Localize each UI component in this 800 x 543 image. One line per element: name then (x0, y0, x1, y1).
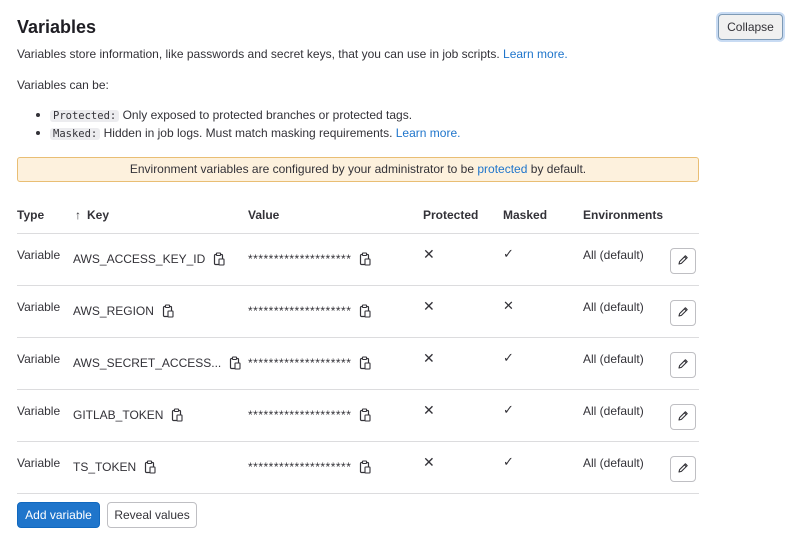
masked-bullet: Masked: Hidden in job logs. Must match m… (17, 124, 460, 142)
alert-text-after: by default. (530, 162, 587, 176)
row-key: AWS_ACCESS_KEY_ID (73, 252, 206, 266)
row-value: ******************** (248, 460, 352, 474)
row-environment: All (default) (583, 352, 644, 366)
learn-more-link[interactable]: Learn more. (503, 47, 568, 61)
row-value-cell: ******************** (248, 304, 371, 318)
alert-text-before: Environment variables are configured by … (129, 162, 475, 176)
copy-key-icon[interactable] (213, 252, 225, 266)
row-masked-icon: ✓ (503, 402, 514, 417)
sort-arrow-icon: ↑ (75, 208, 81, 222)
variable-types-list: Protected: Only exposed to protected bra… (17, 106, 460, 142)
row-key: TS_TOKEN (73, 460, 137, 474)
description-text: Variables store information, like passwo… (17, 47, 500, 61)
copy-key-icon[interactable] (171, 408, 184, 422)
row-type: Variable (17, 404, 61, 418)
table-row: Variable AWS_SECRET_ACCESS... **********… (17, 338, 699, 390)
row-value: ******************** (248, 356, 352, 370)
row-key-cell: AWS_REGION (73, 304, 174, 318)
variables-table: Type ↑ Key Value Protected Masked Enviro… (17, 200, 699, 494)
pencil-icon (677, 306, 689, 321)
table-row: Variable AWS_REGION ********************… (17, 286, 699, 338)
protected-bullet-text: Only exposed to protected branches or pr… (122, 108, 413, 122)
row-key-cell: AWS_SECRET_ACCESS... (73, 356, 241, 370)
row-value-cell: ******************** (248, 408, 371, 422)
pencil-icon (677, 358, 689, 373)
table-header: Type ↑ Key Value Protected Masked Enviro… (17, 200, 699, 234)
collapse-button[interactable]: Collapse (718, 14, 783, 40)
row-key: AWS_REGION (73, 304, 154, 318)
variables-description: Variables store information, like passwo… (17, 47, 568, 61)
header-protected: Protected (423, 208, 479, 222)
row-value: ******************** (248, 304, 352, 318)
header-environments: Environments (583, 208, 664, 222)
row-value: ******************** (248, 408, 352, 422)
row-environment: All (default) (583, 404, 644, 418)
masking-learn-more-link[interactable]: Learn more. (396, 126, 461, 140)
protected-alert: Environment variables are configured by … (17, 157, 699, 182)
copy-key-icon[interactable] (162, 304, 174, 318)
row-key-cell: TS_TOKEN (73, 460, 156, 474)
row-environment: All (default) (583, 300, 644, 314)
row-masked-icon: ✓ (503, 246, 514, 261)
protected-code: Protected: (50, 110, 120, 122)
masked-bullet-text: Hidden in job logs. Must match masking r… (103, 126, 393, 140)
header-key: Key (87, 208, 110, 222)
pencil-icon (677, 254, 689, 269)
variables-can-be-text: Variables can be: (17, 78, 109, 92)
row-key-cell: AWS_ACCESS_KEY_ID (73, 252, 225, 266)
row-value-cell: ******************** (248, 252, 371, 266)
row-masked-icon: ✓ (503, 454, 514, 469)
row-masked-icon: ✕ (503, 298, 514, 313)
edit-variable-button[interactable] (670, 300, 696, 326)
table-row: Variable TS_TOKEN ******************** ✕… (17, 442, 699, 494)
masked-code: Masked: (50, 128, 101, 140)
row-protected-icon: ✕ (423, 298, 435, 314)
edit-variable-button[interactable] (670, 404, 696, 430)
row-protected-icon: ✕ (423, 454, 435, 470)
edit-variable-button[interactable] (670, 248, 696, 274)
copy-value-icon[interactable] (359, 356, 371, 370)
row-key: GITLAB_TOKEN (73, 408, 164, 422)
row-type: Variable (17, 248, 61, 262)
row-protected-icon: ✕ (423, 402, 435, 418)
row-protected-icon: ✕ (423, 246, 435, 262)
copy-key-icon[interactable] (229, 356, 241, 370)
row-type: Variable (17, 352, 61, 366)
copy-value-icon[interactable] (359, 408, 371, 422)
row-key: AWS_SECRET_ACCESS... (73, 356, 222, 370)
copy-value-icon[interactable] (359, 460, 371, 474)
row-masked-icon: ✓ (503, 350, 514, 365)
row-protected-icon: ✕ (423, 350, 435, 366)
edit-variable-button[interactable] (670, 352, 696, 378)
copy-value-icon[interactable] (359, 304, 371, 318)
row-environment: All (default) (583, 248, 644, 262)
header-type: Type (17, 208, 45, 222)
row-value-cell: ******************** (248, 460, 371, 474)
page-title: Variables (17, 17, 97, 37)
protected-bullet: Protected: Only exposed to protected bra… (17, 106, 460, 124)
row-value-cell: ******************** (248, 356, 371, 370)
row-value: ******************** (248, 252, 352, 266)
row-environment: All (default) (583, 456, 644, 470)
reveal-values-button[interactable]: Reveal values (107, 502, 197, 528)
pencil-icon (677, 462, 689, 477)
table-row: Variable GITLAB_TOKEN ******************… (17, 390, 699, 442)
copy-value-icon[interactable] (359, 252, 371, 266)
header-masked: Masked (503, 208, 548, 222)
add-variable-button[interactable]: Add variable (17, 502, 100, 528)
row-type: Variable (17, 300, 61, 314)
edit-variable-button[interactable] (670, 456, 696, 482)
table-row: Variable AWS_ACCESS_KEY_ID *************… (17, 234, 699, 286)
pencil-icon (677, 410, 689, 425)
copy-key-icon[interactable] (144, 460, 156, 474)
header-value: Value (248, 208, 280, 222)
row-type: Variable (17, 456, 61, 470)
alert-protected-link[interactable]: protected (477, 162, 527, 176)
row-key-cell: GITLAB_TOKEN (73, 408, 184, 422)
header-key-sort[interactable]: ↑ Key (75, 208, 109, 222)
